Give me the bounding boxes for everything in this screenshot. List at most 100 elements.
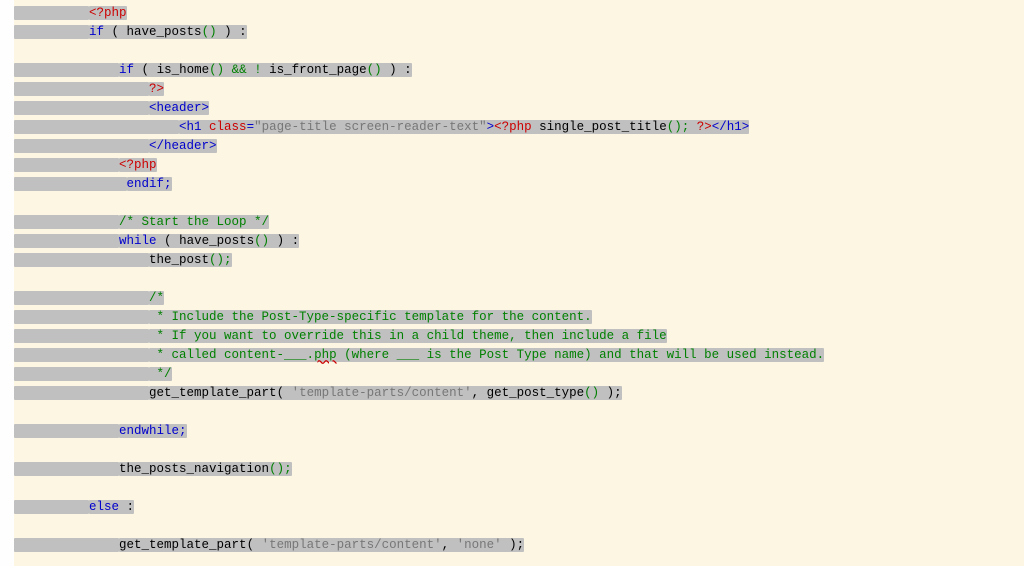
comment: /* — [149, 291, 164, 305]
keyword-if: if — [89, 25, 104, 39]
paren: ); — [502, 538, 525, 552]
tag-header-open: <header> — [149, 101, 209, 115]
call: () — [367, 63, 382, 77]
fn-the-posts-navigation: the_posts_navigation — [119, 462, 269, 476]
call: () — [254, 234, 269, 248]
tag-h1-open: <h1 — [179, 120, 209, 134]
tag-close: > — [487, 120, 495, 134]
keyword-else: else — [89, 500, 119, 514]
php-close-tag: ?> — [697, 120, 712, 134]
keyword-if: if — [119, 63, 134, 77]
indent — [14, 500, 89, 514]
indent — [14, 177, 127, 191]
code-line: * Include the Post-Type-specific templat… — [14, 308, 1024, 327]
indent — [14, 348, 149, 362]
fn-get-post-type: get_post_type — [487, 386, 585, 400]
paren: ( — [104, 25, 127, 39]
code-line — [14, 517, 1024, 536]
code-line: if ( is_home() && ! is_front_page() ) : — [14, 61, 1024, 80]
indent — [14, 329, 149, 343]
comment: /* Start the Loop */ — [119, 215, 269, 229]
code-line — [14, 403, 1024, 422]
comment: * called content-___. — [149, 348, 314, 362]
php-open-tag: <?php — [89, 6, 127, 20]
comment: * Include the Post-Type-specific templat… — [149, 310, 592, 324]
call: () — [584, 386, 599, 400]
fn-have-posts: have_posts — [127, 25, 202, 39]
code-area[interactable]: <?php if ( have_posts() ) : if ( is_home… — [14, 0, 1024, 566]
indent — [14, 101, 149, 115]
call: (); — [269, 462, 292, 476]
php-open-tag: <?php — [494, 120, 532, 134]
indent — [14, 63, 119, 77]
space — [689, 120, 697, 134]
code-line: */ — [14, 365, 1024, 384]
spell-warning: php — [314, 348, 337, 362]
code-line: get_template_part( 'template-parts/conte… — [14, 384, 1024, 403]
attr-value: "page-title screen-reader-text" — [254, 120, 487, 134]
code-line: <header> — [14, 99, 1024, 118]
fn-have-posts: have_posts — [179, 234, 254, 248]
code-line: * If you want to override this in a chil… — [14, 327, 1024, 346]
code-line: /* — [14, 289, 1024, 308]
code-line: <?php — [14, 156, 1024, 175]
paren: ( — [134, 63, 157, 77]
indent — [14, 253, 149, 267]
fn-single-post-title: single_post_title — [539, 120, 667, 134]
eq: = — [247, 120, 255, 134]
code-line — [14, 42, 1024, 61]
tag-header-close: </header> — [149, 139, 217, 153]
code-line — [14, 441, 1024, 460]
code-line: </header> — [14, 137, 1024, 156]
code-editor[interactable]: <?php if ( have_posts() ) : if ( is_home… — [0, 0, 1024, 566]
code-line: ?> — [14, 80, 1024, 99]
indent — [14, 215, 119, 229]
code-line: * called content-___.php (where ___ is t… — [14, 346, 1024, 365]
colon: : — [119, 500, 134, 514]
code-line: else : — [14, 498, 1024, 517]
attr-class: class — [209, 120, 247, 134]
string: 'template-parts/content' — [292, 386, 472, 400]
paren: ( — [247, 538, 262, 552]
code-line — [14, 194, 1024, 213]
fn-the-post: the_post — [149, 253, 209, 267]
code-line: the_post(); — [14, 251, 1024, 270]
paren: ); — [599, 386, 622, 400]
code-line: get_template_part( 'template-parts/conte… — [14, 536, 1024, 555]
keyword-endif: endif; — [127, 177, 172, 191]
indent — [14, 6, 89, 20]
code-line: endif; — [14, 175, 1024, 194]
code-line: endwhile; — [14, 422, 1024, 441]
indent — [14, 424, 119, 438]
paren: ( — [157, 234, 180, 248]
indent — [14, 158, 119, 172]
paren: ( — [277, 386, 292, 400]
indent — [14, 139, 149, 153]
string: 'template-parts/content' — [262, 538, 442, 552]
call: () — [209, 63, 224, 77]
indent — [14, 386, 149, 400]
indent — [14, 367, 149, 381]
comment: */ — [149, 367, 172, 381]
call: (); — [667, 120, 690, 134]
code-line — [14, 270, 1024, 289]
call: (); — [209, 253, 232, 267]
gutter — [0, 0, 14, 566]
fn-is-front-page: is_front_page — [269, 63, 367, 77]
indent — [14, 82, 149, 96]
paren: ) : — [382, 63, 412, 77]
string: 'none' — [457, 538, 502, 552]
code-line: <h1 class="page-title screen-reader-text… — [14, 118, 1024, 137]
operator-and-not: && ! — [224, 63, 269, 77]
fn-get-template-part: get_template_part — [149, 386, 277, 400]
comma: , — [442, 538, 457, 552]
code-line: the_posts_navigation(); — [14, 460, 1024, 479]
indent — [14, 291, 149, 305]
code-line: <?php — [14, 4, 1024, 23]
code-line — [14, 555, 1024, 566]
indent — [14, 25, 89, 39]
php-close-tag: ?> — [149, 82, 164, 96]
keyword-while: while — [119, 234, 157, 248]
code-line — [14, 479, 1024, 498]
indent — [14, 462, 119, 476]
